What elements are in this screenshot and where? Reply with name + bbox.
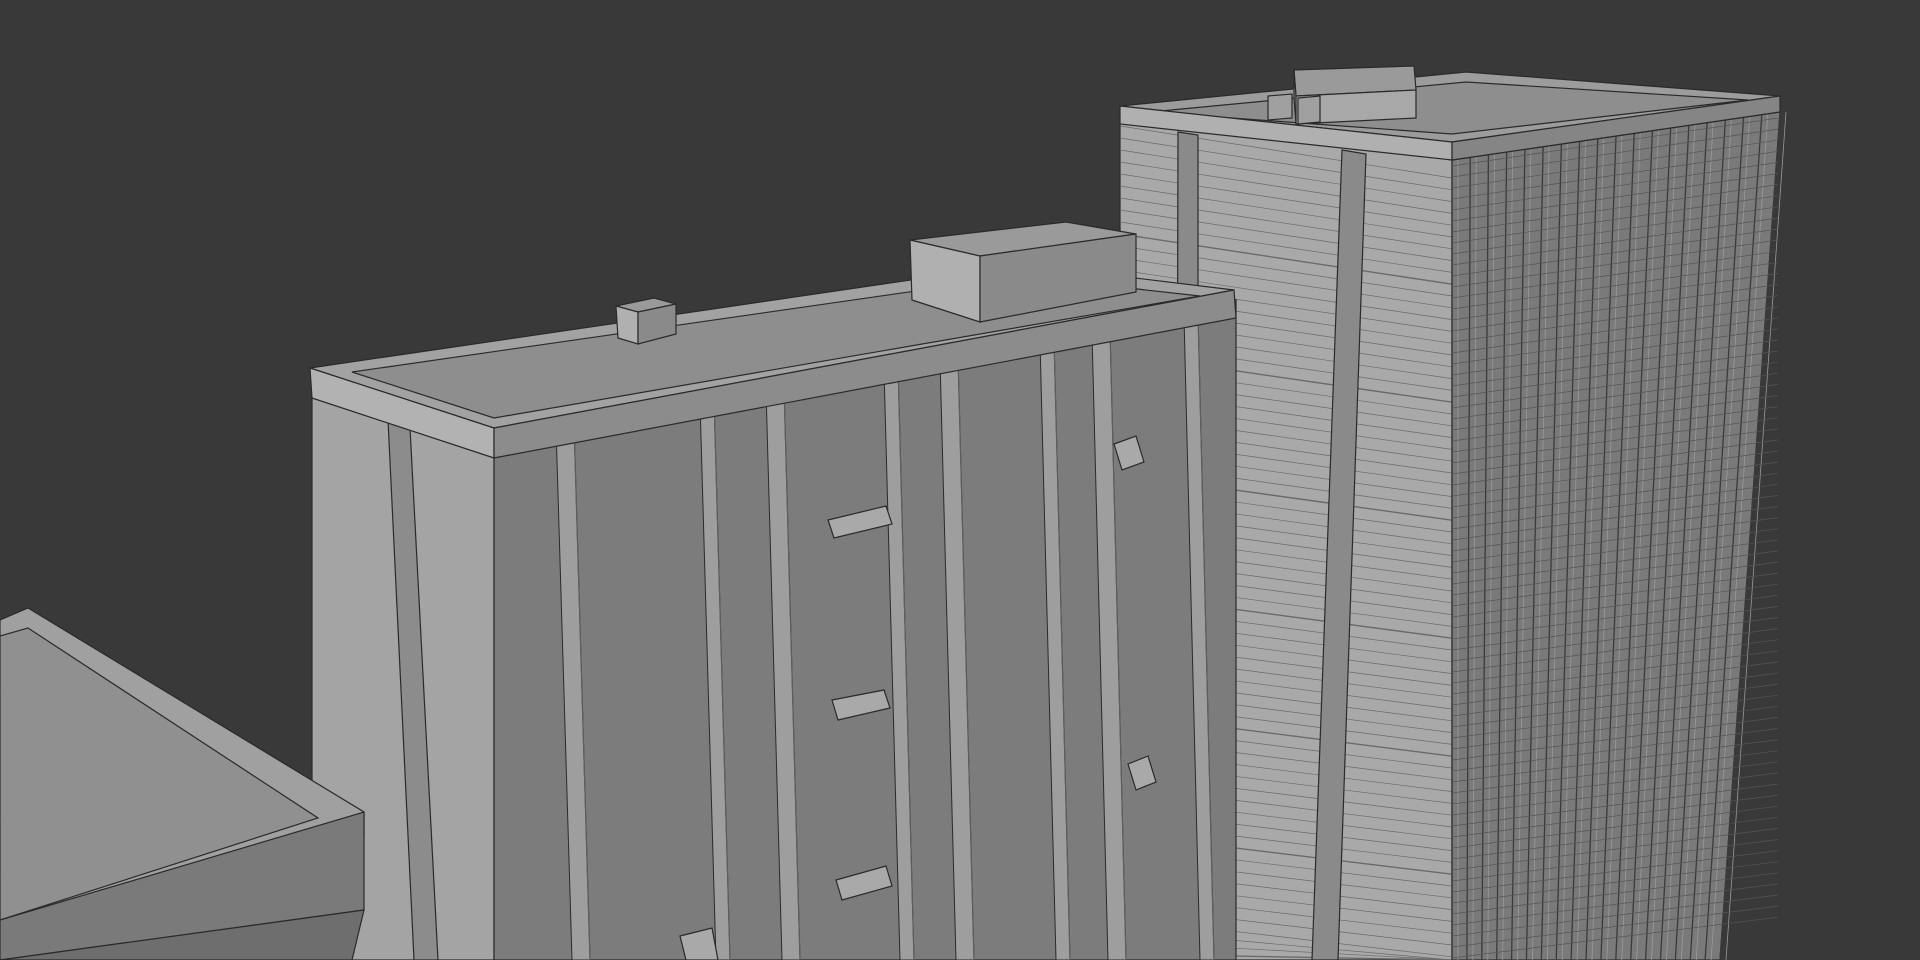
3d-viewport[interactable]	[0, 0, 1920, 960]
